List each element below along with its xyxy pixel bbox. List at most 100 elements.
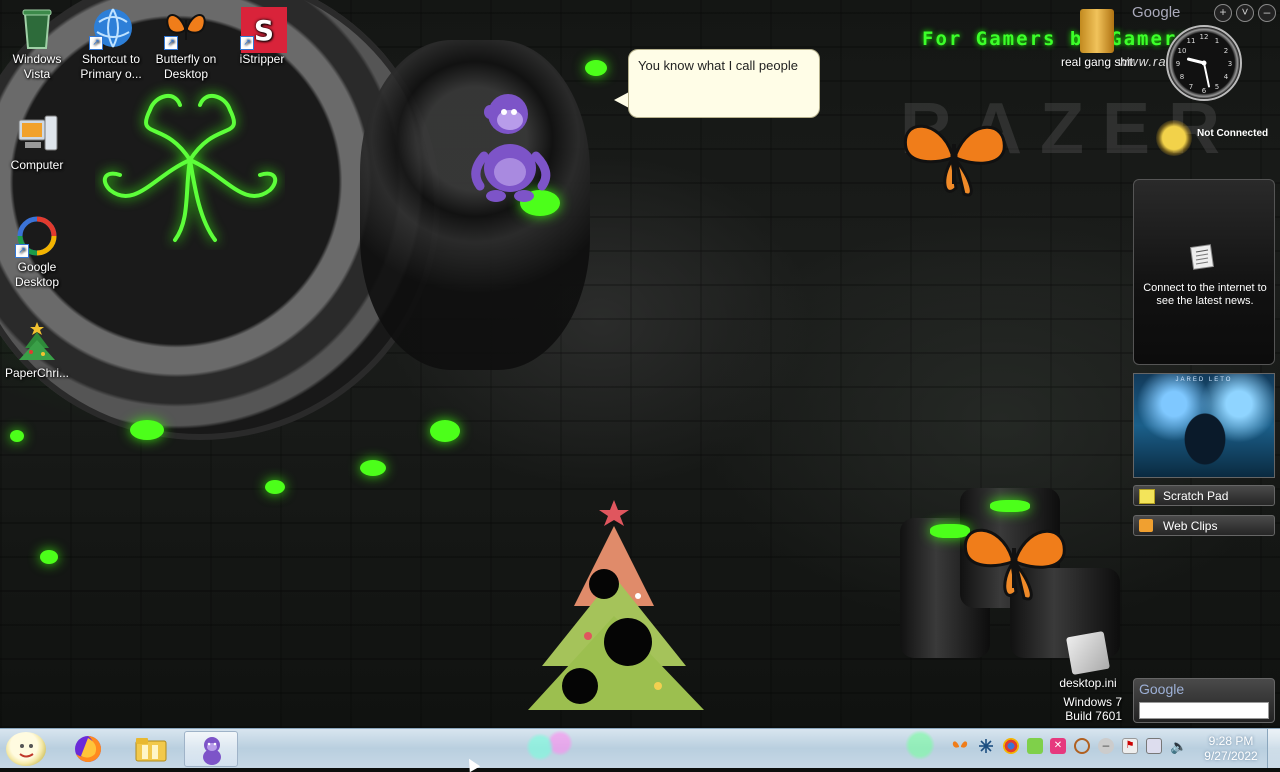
taskbar-date: 9/27/2022 — [1204, 749, 1258, 763]
paper-christmas-tree — [528, 500, 704, 710]
desktop-icon-label: Google Desktop — [14, 260, 60, 289]
shortcut-arrow-icon: ↗ — [15, 244, 29, 258]
add-gadget-icon[interactable]: + — [1214, 4, 1232, 22]
clock-face: 12 12 3 45 6 78 9 1011 — [1176, 33, 1232, 95]
butterfly-sprite — [963, 528, 1066, 601]
desktop-icon-real-gang-folder[interactable]: real gang shit — [1052, 9, 1142, 69]
weather-gadget[interactable]: Not Connected — [1150, 116, 1278, 156]
globe-shortcut-icon: ↗ — [89, 6, 133, 50]
svg-text:9: 9 — [1176, 60, 1180, 68]
green-splat — [430, 420, 460, 442]
network-icon[interactable] — [1146, 738, 1162, 754]
taskbar-time: 9:28 PM — [1208, 734, 1254, 748]
svg-text:8: 8 — [1180, 73, 1184, 81]
svg-text:S: S — [254, 14, 274, 47]
svg-text:11: 11 — [1187, 37, 1196, 45]
desktop-icon-butterfly[interactable]: ↗ Butterfly on Desktop — [149, 6, 223, 82]
start-orb-icon[interactable] — [6, 732, 46, 766]
svg-text:10: 10 — [1178, 47, 1187, 55]
search-tray-icon[interactable] — [1074, 738, 1090, 754]
desktop-icon-computer[interactable]: Computer — [0, 112, 74, 173]
show-desktop-button[interactable] — [1267, 729, 1280, 768]
windows-version-watermark: Windows 7 Build 7601 — [1063, 695, 1122, 723]
butterfly-icon: ↗ — [164, 6, 208, 50]
newspaper-icon — [1190, 244, 1214, 270]
desktop-icon-label: Butterfly on Desktop — [155, 52, 217, 81]
chevron-down-icon[interactable]: ˅ — [1236, 4, 1254, 22]
taskbar: ✕ – ⚑ 🔈 9:28 PM 9/27/2022 — [0, 728, 1280, 768]
bonzi-icon — [203, 737, 221, 765]
scratch-pad-label: Scratch Pad — [1163, 489, 1229, 503]
istripper-icon: S ↗ — [240, 6, 287, 53]
desktop-icon-label: Windows Vista — [12, 52, 62, 81]
google-desktop-tray-icon[interactable] — [1003, 738, 1019, 754]
google-search-input[interactable] — [1139, 702, 1269, 719]
svg-text:12: 12 — [1200, 33, 1209, 41]
leaf-tray-icon[interactable] — [1027, 738, 1043, 754]
slideshow-gadget[interactable]: JARED LETO — [1133, 373, 1275, 478]
razer-logo-icon — [102, 94, 278, 242]
taskbar-bonzi[interactable] — [184, 731, 238, 767]
taskbar-firefox[interactable] — [62, 731, 116, 767]
bonzi-buddy-character — [471, 94, 551, 202]
snowflake-tray-icon[interactable] — [978, 738, 994, 754]
desktop-icon-label: Computer — [10, 158, 64, 172]
green-splat — [130, 420, 164, 440]
christmas-tree-icon — [15, 320, 59, 364]
file-icon — [1065, 630, 1111, 676]
desktop-icon-windows-vista[interactable]: Windows Vista — [0, 6, 74, 82]
explorer-folder-icon — [135, 738, 167, 762]
speech-bubble-tail — [614, 92, 629, 108]
google-logo: Google — [1139, 681, 1185, 697]
desktop-icon-label: desktop.ini — [1059, 676, 1117, 690]
green-splat — [265, 480, 285, 494]
taskbar-clock[interactable]: 9:28 PM 9/27/2022 — [1196, 734, 1266, 764]
butterfly-tray-icon[interactable] — [952, 738, 968, 754]
svg-text:4: 4 — [1224, 73, 1229, 81]
desktop-icon-shortcut-primary[interactable]: ↗ Shortcut to Primary o... — [74, 6, 148, 82]
google-search-gadget: Google — [1133, 678, 1275, 723]
taskbar-explorer[interactable] — [124, 731, 178, 767]
svg-text:6: 6 — [1202, 87, 1207, 95]
desktop-icon-desktop-ini[interactable]: desktop.ini — [1052, 630, 1124, 691]
svg-text:1: 1 — [1215, 37, 1219, 45]
minimize-icon[interactable]: – — [1258, 4, 1276, 22]
google-gadget-label: Google — [1132, 4, 1181, 21]
green-splat — [585, 60, 607, 76]
scratch-pad-button[interactable]: Scratch Pad — [1133, 485, 1275, 506]
news-gadget[interactable]: Connect to the internet to see the lates… — [1133, 179, 1275, 365]
shortcut-arrow-icon: ↗ — [89, 36, 103, 50]
windows-build-line: Build 7601 — [1065, 709, 1122, 723]
desktop-icon-istripper[interactable]: S ↗ iStripper — [225, 6, 299, 67]
shortcut-arrow-icon: ↗ — [164, 36, 178, 50]
clock-minute-hand — [1203, 62, 1210, 88]
folder-icon — [1080, 9, 1114, 53]
clock-gadget[interactable]: 12 1 2 3 45 6 78 9 10 11 — [1166, 25, 1242, 101]
bonzi-speech-bubble[interactable]: You know what I call people — [628, 49, 820, 118]
green-splat — [40, 550, 58, 564]
sun-icon — [1156, 120, 1192, 156]
web-clips-button[interactable]: Web Clips — [1133, 515, 1275, 536]
windows-version-line1: Windows 7 — [1063, 695, 1122, 709]
desktop-icon-label: iStripper — [239, 52, 285, 66]
web-clips-label: Web Clips — [1163, 519, 1218, 533]
svg-text:7: 7 — [1189, 83, 1193, 91]
svg-text:5: 5 — [1215, 83, 1219, 91]
green-splat — [360, 460, 386, 476]
slideshow-caption: JARED LETO — [1175, 377, 1233, 383]
minus-tray-icon[interactable]: – — [1098, 738, 1114, 754]
weather-status: Not Connected — [1197, 128, 1269, 139]
istripper-tray-icon[interactable]: ✕ — [1050, 738, 1066, 754]
computer-icon — [15, 112, 59, 156]
svg-text:2: 2 — [1224, 47, 1228, 55]
svg-text:3: 3 — [1228, 60, 1232, 68]
green-splat — [10, 430, 24, 442]
action-center-flag-icon[interactable]: ⚑ — [1122, 738, 1138, 754]
desktop-icon-paperchristmas[interactable]: PaperChri... — [0, 320, 74, 381]
news-message: Connect to the internet to see the lates… — [1143, 282, 1267, 307]
notepad-icon — [1139, 489, 1155, 504]
desktop-icon-google-desktop[interactable]: ↗ Google Desktop — [0, 214, 74, 290]
volume-icon[interactable]: 🔈 — [1170, 738, 1187, 754]
desktop-icon-label: real gang shit — [1060, 55, 1134, 69]
recycle-bin-icon — [15, 6, 59, 50]
